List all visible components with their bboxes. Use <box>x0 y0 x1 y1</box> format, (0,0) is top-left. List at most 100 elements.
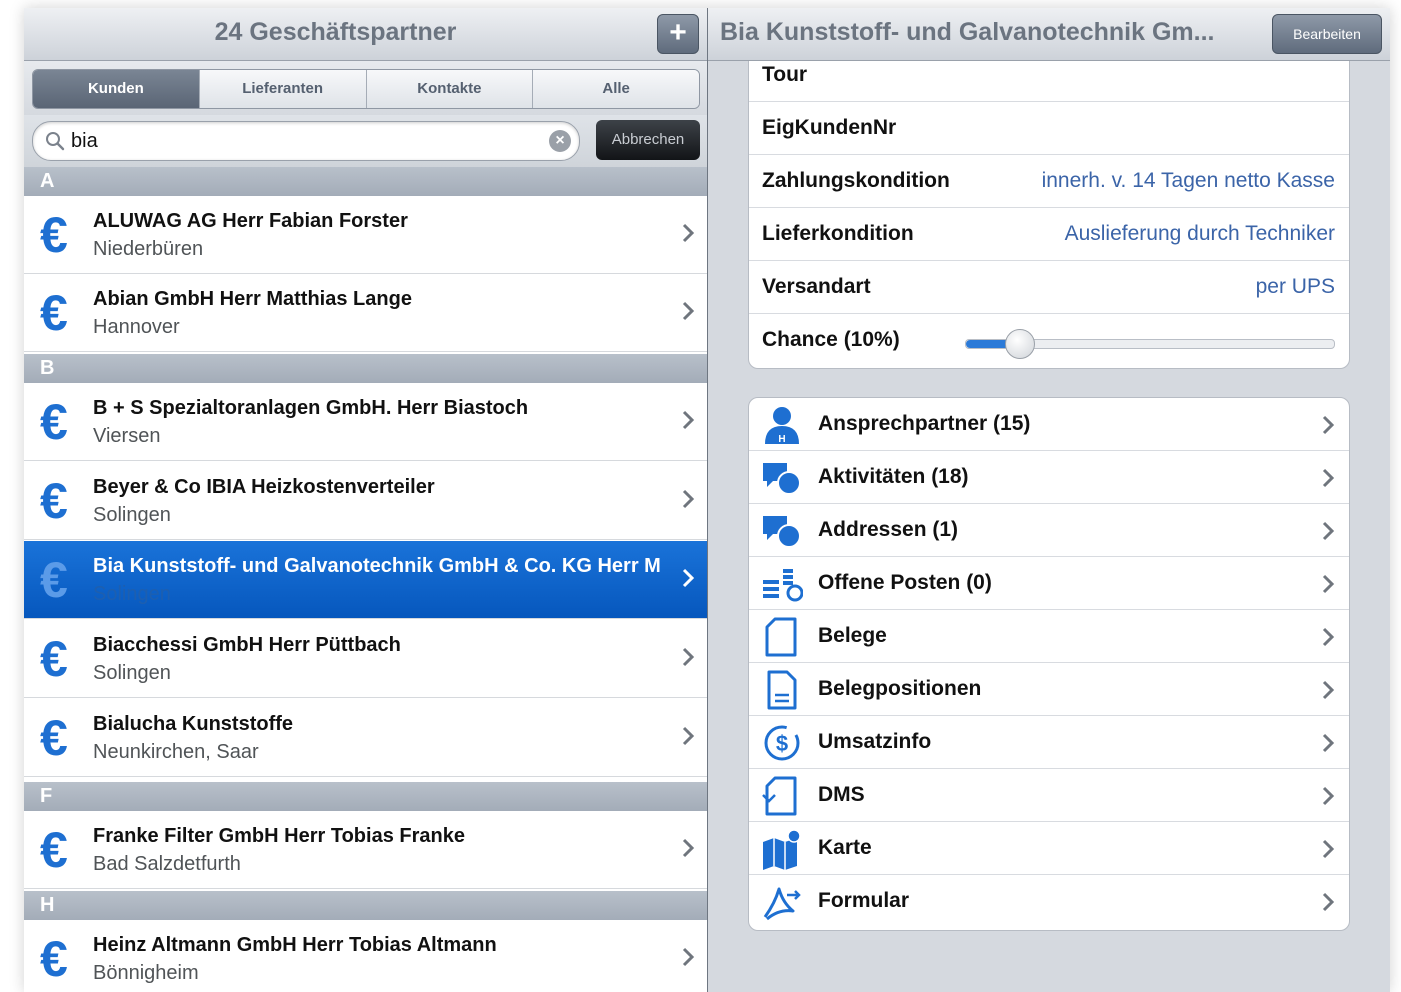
detail-row-lieferkondition[interactable]: Lieferkondition Auslieferung durch Techn… <box>749 208 1349 261</box>
link-aktivitaeten[interactable]: Aktivitäten (18) <box>749 451 1349 504</box>
search-input[interactable]: bia × <box>32 121 580 161</box>
right-navbar: Bia Kunststoff- und Galvanotechnik Gm...… <box>708 8 1390 61</box>
partner-name: ALUWAG AG Herr Fabian Forster <box>93 210 408 232</box>
detail-value: Auslieferung durch Techniker <box>1064 222 1335 245</box>
chevron-right-icon <box>682 223 695 243</box>
detail-row-chance: Chance (10%) <box>749 314 1349 367</box>
partner-row[interactable]: € Franke Filter GmbH Herr Tobias Franke … <box>24 811 707 889</box>
partner-row[interactable]: € B + S Spezialtoranlagen GmbH. Herr Bia… <box>24 383 707 461</box>
detail-label: Lieferkondition <box>762 222 914 245</box>
partner-city: Solingen <box>93 583 171 605</box>
euro-icon: € <box>40 285 68 341</box>
partner-type-segmented-control: Kunden Lieferanten Kontakte Alle <box>32 69 700 109</box>
partner-row[interactable]: € Heinz Altmann GmbH Herr Tobias Altmann… <box>24 920 707 992</box>
chevron-right-icon <box>682 410 695 430</box>
section-header-h: H <box>24 891 707 920</box>
partner-list-pane: 24 Geschäftspartner + Kunden Lieferanten… <box>24 8 707 992</box>
partner-row[interactable]: € Beyer & Co IBIA Heizkostenverteiler So… <box>24 462 707 540</box>
partner-row-selected[interactable]: € Bia Kunststoff- und Galvanotechnik Gmb… <box>24 541 707 619</box>
detail-row-versandart[interactable]: Versandart per UPS <box>749 261 1349 314</box>
chevron-right-icon <box>682 947 695 967</box>
chance-label: Chance (10%) <box>762 328 900 351</box>
partner-city: Hannover <box>93 316 180 338</box>
chevron-right-icon <box>1322 627 1335 647</box>
partner-name: Biacchessi GmbH Herr Püttbach <box>93 634 401 656</box>
partner-name: Beyer & Co IBIA Heizkostenverteiler <box>93 476 435 498</box>
link-umsatzinfo[interactable]: $ Umsatzinfo <box>749 716 1349 769</box>
segment-lieferanten[interactable]: Lieferanten <box>199 70 367 108</box>
link-karte[interactable]: Karte <box>749 822 1349 875</box>
partner-city: Bad Salzdetfurth <box>93 853 241 875</box>
segment-alle[interactable]: Alle <box>533 70 699 108</box>
partner-name: Bialucha Kunststoffe <box>93 713 294 735</box>
chevron-right-icon <box>1322 574 1335 594</box>
chance-slider[interactable] <box>965 329 1335 359</box>
link-label: Aktivitäten (18) <box>818 465 969 488</box>
link-belegpositionen[interactable]: Belegpositionen <box>749 663 1349 716</box>
document-lines-icon <box>767 670 797 710</box>
app-window: 24 Geschäftspartner + Kunden Lieferanten… <box>24 8 1390 992</box>
open-items-icon <box>763 569 803 602</box>
revenue-icon: $ <box>764 725 800 761</box>
chevron-right-icon <box>1322 786 1335 806</box>
partner-name: Heinz Altmann GmbH Herr Tobias Altmann <box>93 934 497 956</box>
segment-kunden[interactable]: Kunden <box>33 70 200 108</box>
detail-label: Tour <box>762 63 808 86</box>
link-label: Karte <box>818 836 872 859</box>
partner-name: Abian GmbH Herr Matthias Lange <box>93 288 412 310</box>
link-label: Offene Posten (0) <box>818 571 992 594</box>
partner-row[interactable]: € Biacchessi GmbH Herr Püttbach Solingen <box>24 620 707 698</box>
link-addressen[interactable]: Addressen (1) <box>749 504 1349 557</box>
chevron-right-icon <box>682 568 695 588</box>
link-offene-posten[interactable]: Offene Posten (0) <box>749 557 1349 610</box>
link-formular[interactable]: Formular <box>749 875 1349 928</box>
link-label: DMS <box>818 783 865 806</box>
partner-count-title: 24 Geschäftspartner <box>214 18 457 46</box>
chevron-right-icon <box>1322 680 1335 700</box>
link-ansprechpartner[interactable]: H Ansprechpartner (15) <box>749 398 1349 451</box>
partner-detail-pane: Tour EigKundenNr Zahlungskondition inner… <box>708 8 1390 992</box>
partner-name: B + S Spezialtoranlagen GmbH. Herr Biast… <box>93 397 529 419</box>
detail-row-eigkundennr[interactable]: EigKundenNr <box>749 102 1349 155</box>
segment-kontakte[interactable]: Kontakte <box>366 70 534 108</box>
person-icon: H <box>765 407 799 445</box>
detail-row-zahlungskondition[interactable]: Zahlungskondition innerh. v. 14 Tagen ne… <box>749 155 1349 208</box>
section-header-a: A <box>24 167 707 196</box>
chat-bubbles-icon <box>763 516 801 548</box>
partner-row[interactable]: € Abian GmbH Herr Matthias Lange Hannove… <box>24 274 707 352</box>
cancel-search-button[interactable]: Abbrechen <box>596 120 700 160</box>
filter-bar: Kunden Lieferanten Kontakte Alle <box>24 61 707 115</box>
detail-value: innerh. v. 14 Tagen netto Kasse <box>1041 169 1335 192</box>
euro-icon: € <box>40 710 68 766</box>
chance-slider-thumb[interactable] <box>1005 329 1035 359</box>
partner-row[interactable]: € Bialucha Kunststoffe Neunkirchen, Saar <box>24 699 707 777</box>
partner-city: Niederbüren <box>93 238 204 260</box>
chevron-right-icon <box>682 838 695 858</box>
map-icon <box>763 829 801 870</box>
left-navbar: 24 Geschäftspartner + <box>24 8 707 61</box>
clear-search-icon[interactable]: × <box>549 130 571 152</box>
chevron-right-icon <box>682 647 695 667</box>
chevron-right-icon <box>682 489 695 509</box>
search-bar: bia × Abbrechen <box>24 115 707 167</box>
euro-icon: € <box>40 631 68 687</box>
document-icon <box>765 617 797 657</box>
partner-city: Neunkirchen, Saar <box>93 741 259 763</box>
link-label: Formular <box>818 889 910 912</box>
partner-city: Viersen <box>93 425 161 447</box>
partner-row[interactable]: € ALUWAG AG Herr Fabian Forster Niederbü… <box>24 196 707 274</box>
link-belege[interactable]: Belege <box>749 610 1349 663</box>
detail-value: per UPS <box>1255 275 1335 298</box>
chat-bubbles-icon <box>763 463 801 495</box>
euro-icon: € <box>40 473 68 529</box>
partner-name: Franke Filter GmbH Herr Tobias Franke <box>93 825 465 847</box>
chevron-right-icon <box>1322 733 1335 753</box>
edit-button[interactable]: Bearbeiten <box>1272 14 1382 54</box>
add-partner-button[interactable]: + <box>657 14 699 54</box>
chevron-right-icon <box>1322 415 1335 435</box>
svg-text:$: $ <box>776 731 788 756</box>
link-dms[interactable]: DMS <box>749 769 1349 822</box>
link-label: Umsatzinfo <box>818 730 932 753</box>
chevron-right-icon <box>1322 468 1335 488</box>
search-query-text: bia <box>71 130 98 152</box>
